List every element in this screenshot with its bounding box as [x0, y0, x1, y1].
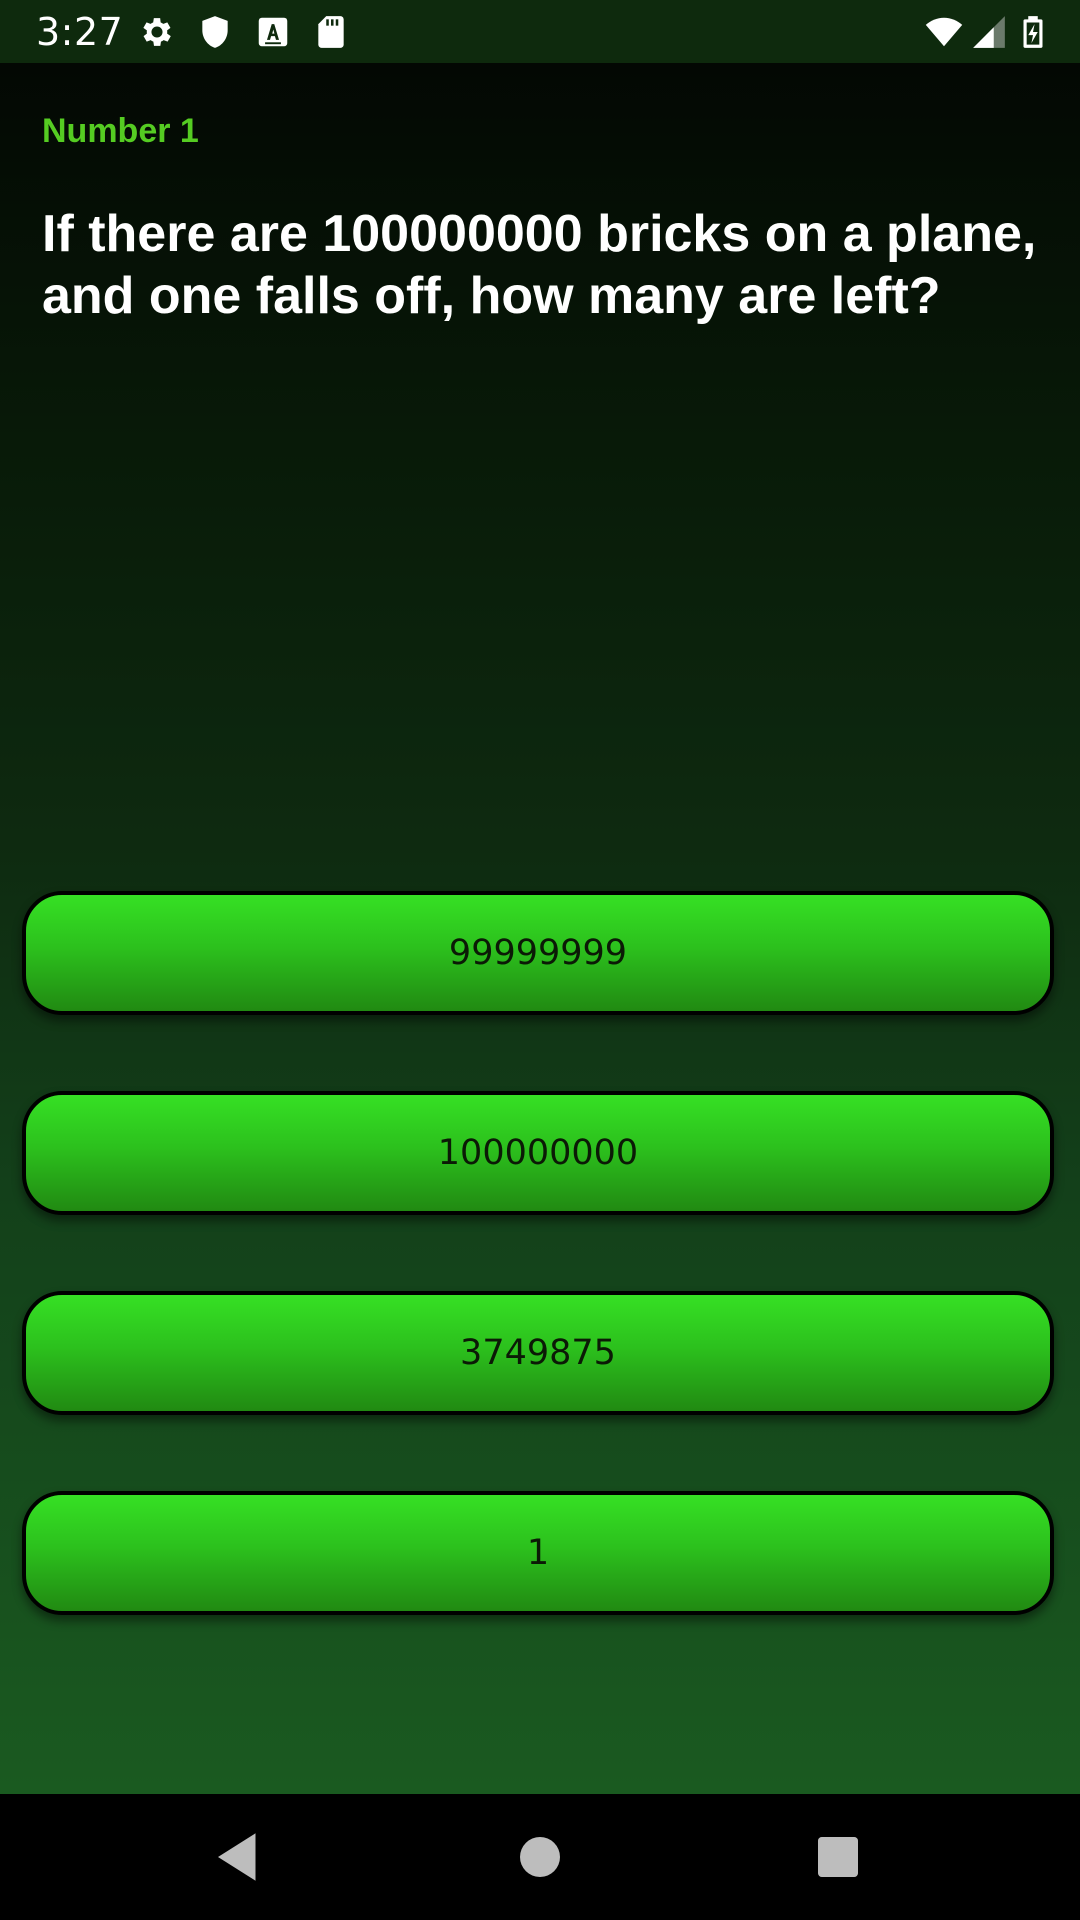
home-icon[interactable]: [510, 1827, 570, 1887]
answer-button-4[interactable]: 1: [22, 1491, 1054, 1615]
answer-button-2[interactable]: 100000000: [22, 1091, 1054, 1215]
quiz-screen: Number 1 If there are 100000000 bricks o…: [0, 63, 1080, 1794]
battery-charging-icon: [1014, 13, 1052, 51]
answer-button-1[interactable]: 99999999: [22, 891, 1054, 1015]
answer-button-3[interactable]: 3749875: [22, 1291, 1054, 1415]
wifi-icon: [922, 13, 966, 51]
question-text: If there are 100000000 bricks on a plane…: [42, 205, 1037, 325]
navigation-bar: [0, 1794, 1080, 1920]
status-time: 3:27: [36, 10, 124, 54]
recents-icon[interactable]: [808, 1827, 868, 1887]
back-icon[interactable]: [208, 1827, 268, 1887]
sd-card-icon: [312, 13, 350, 51]
shield-icon: [196, 13, 234, 51]
text-a-icon: [254, 13, 292, 51]
cell-signal-icon: [970, 13, 1008, 51]
gear-icon: [138, 13, 176, 51]
question-number: Number 1: [42, 112, 199, 150]
status-bar: 3:27: [0, 0, 1080, 63]
